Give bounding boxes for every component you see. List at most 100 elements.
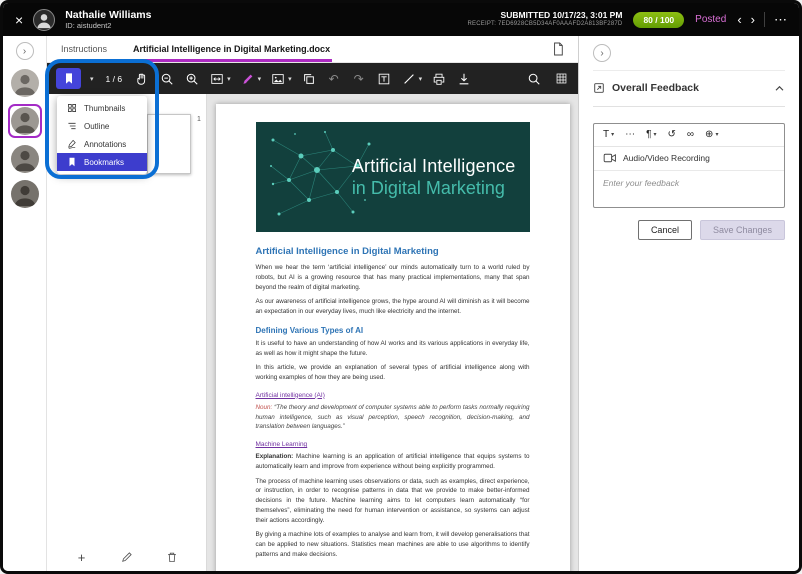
insert-content-tool[interactable]: ⊕ ▾: [705, 130, 718, 140]
score-badge[interactable]: 80 / 100: [633, 12, 684, 28]
line-tool[interactable]: ▾: [401, 71, 423, 87]
roster-expand-icon[interactable]: ›: [16, 42, 34, 60]
fit-width-icon: [209, 71, 225, 87]
menu-item-label: Outline: [84, 122, 109, 131]
document-page: Artificial Intelligence in Digital Marke…: [216, 104, 570, 571]
thumbnail-page-number: 1: [197, 116, 201, 123]
overflow-menu-icon[interactable]: ⋯: [774, 12, 787, 28]
document-subheading: Defining Various Types of AI: [256, 326, 530, 335]
paragraph-tool[interactable]: ¶ ▾: [646, 130, 656, 140]
student-identity: Nathalie Williams ID: aistudent2: [65, 9, 151, 31]
text-box-icon[interactable]: [376, 71, 392, 87]
grid-apps-icon[interactable]: [553, 71, 569, 87]
close-icon[interactable]: ×: [15, 13, 23, 27]
fit-view-tool[interactable]: ▾: [209, 71, 231, 87]
roster-avatar: [11, 107, 39, 135]
collapse-chevron-icon[interactable]: [774, 85, 785, 92]
thumbnails-icon: [66, 103, 77, 114]
document-paragraph: The process of machine learning uses obs…: [256, 477, 530, 526]
print-icon[interactable]: [431, 71, 447, 87]
roster-avatar[interactable]: [11, 145, 39, 173]
link-icon[interactable]: ∞: [687, 130, 694, 140]
quote-text: “The theory and development of computer …: [256, 404, 530, 431]
editor-undo-icon[interactable]: ↺: [668, 130, 676, 140]
save-changes-button[interactable]: Save Changes: [700, 220, 785, 240]
chevron-down-icon: ▾: [288, 75, 292, 83]
toolbar-right-group: [526, 71, 569, 87]
submission-viewer: Instructions Artificial Intelligence in …: [47, 36, 578, 571]
download-icon[interactable]: [456, 71, 472, 87]
drawing-tool[interactable]: ▾: [240, 71, 262, 87]
submission-tabs: Instructions Artificial Intelligence in …: [47, 36, 578, 63]
trash-icon[interactable]: [164, 549, 180, 565]
roster-avatars: [8, 69, 42, 208]
cancel-button[interactable]: Cancel: [638, 220, 692, 240]
paragraph-icon: ¶: [646, 130, 651, 140]
document-paragraph: As our awareness of artificial intellige…: [256, 297, 530, 317]
page-indicator: 1 / 6: [106, 74, 123, 84]
sidebar-bookmark-button[interactable]: [56, 68, 81, 89]
document-outline-icon[interactable]: [552, 42, 564, 56]
zoom-out-icon[interactable]: [159, 71, 175, 87]
document-paragraph: When we hear the term ‘artificial intell…: [256, 263, 530, 292]
chevron-down-icon: ▾: [715, 132, 718, 138]
text-style-tool[interactable]: T ▾: [603, 130, 614, 140]
next-student-icon[interactable]: ›: [751, 13, 755, 26]
document-term: Artificial intelligence (AI): [256, 392, 530, 399]
menu-item-label: Bookmarks: [84, 158, 124, 167]
pen-icon: [240, 71, 256, 87]
menu-item-annotations[interactable]: Annotations: [57, 135, 147, 153]
audio-video-label: Audio/Video Recording: [623, 153, 710, 163]
bookmarks-icon: [66, 157, 77, 168]
student-avatar: [33, 9, 55, 31]
document-paragraph: Explanation: Machine learning is an appl…: [256, 452, 530, 472]
menu-item-label: Thumbnails: [84, 104, 125, 113]
audio-video-recording-button[interactable]: Audio/Video Recording: [594, 147, 784, 171]
image-stamp-tool[interactable]: ▾: [270, 71, 292, 87]
banner-title-line1: Artificial Intelligence: [352, 155, 516, 178]
annotation-toolbar: ▾ 1 / 6 ▾: [47, 63, 578, 94]
pan-hand-icon[interactable]: [134, 71, 150, 87]
chevron-down-icon: ▾: [419, 75, 423, 83]
chevron-down-icon: ▾: [654, 132, 657, 138]
add-page-icon[interactable]: +: [74, 549, 90, 565]
feedback-actions: Cancel Save Changes: [593, 220, 785, 240]
tab-instructions[interactable]: Instructions: [61, 36, 107, 62]
video-camera-icon: [603, 153, 617, 163]
thumbnail-actions: +: [47, 549, 206, 565]
edit-pencil-icon[interactable]: [119, 549, 135, 565]
redo-icon[interactable]: ↷: [351, 71, 367, 87]
chevron-down-icon: ▾: [227, 75, 231, 83]
menu-item-bookmarks[interactable]: Bookmarks: [57, 153, 147, 171]
feedback-input[interactable]: Enter your feedback: [594, 171, 784, 207]
image-icon: [270, 71, 286, 87]
top-bar-right: SUBMITTED 10/17/23, 3:01 PM RECEIPT: 7ED…: [467, 10, 787, 28]
roster-avatar[interactable]: [11, 180, 39, 208]
divider: [764, 12, 765, 27]
roster-avatar-selected[interactable]: [8, 104, 42, 138]
tab-document[interactable]: Artificial Intelligence in Digital Marke…: [133, 36, 330, 62]
menu-item-thumbnails[interactable]: Thumbnails: [57, 99, 147, 117]
zoom-in-icon[interactable]: [184, 71, 200, 87]
roster-avatar[interactable]: [11, 69, 39, 97]
document-canvas[interactable]: Artificial Intelligence in Digital Marke…: [207, 94, 578, 571]
previous-student-icon[interactable]: ‹: [737, 13, 741, 26]
chevron-down-icon: ▾: [611, 132, 614, 138]
student-roster-strip: ›: [3, 36, 47, 571]
copy-icon[interactable]: [301, 71, 317, 87]
search-icon[interactable]: [526, 71, 542, 87]
document-paragraph: It is useful to have an understanding of…: [256, 339, 530, 359]
status-badge: Posted: [695, 14, 726, 25]
feedback-title: Overall Feedback: [612, 82, 699, 94]
undo-icon[interactable]: ↶: [326, 71, 342, 87]
feedback-editor: T ▾ ⋯ ¶ ▾ ↺ ∞ ⊕ ▾: [593, 123, 785, 208]
more-options-icon[interactable]: ⋯: [625, 130, 635, 140]
top-bar: × Nathalie Williams ID: aistudent2 SUBMI…: [3, 3, 799, 36]
panel-expand-icon[interactable]: ›: [593, 44, 611, 62]
grading-window: × Nathalie Williams ID: aistudent2 SUBMI…: [0, 0, 802, 574]
menu-item-outline[interactable]: Outline: [57, 117, 147, 135]
page-thumbnail[interactable]: [147, 114, 191, 174]
sidebar-menu-chevron-icon[interactable]: ▾: [90, 75, 94, 83]
document-paragraph: In this article, we provide an explanati…: [256, 363, 530, 383]
pdf-viewer: ▾ 1 / 6 ▾: [47, 63, 578, 571]
